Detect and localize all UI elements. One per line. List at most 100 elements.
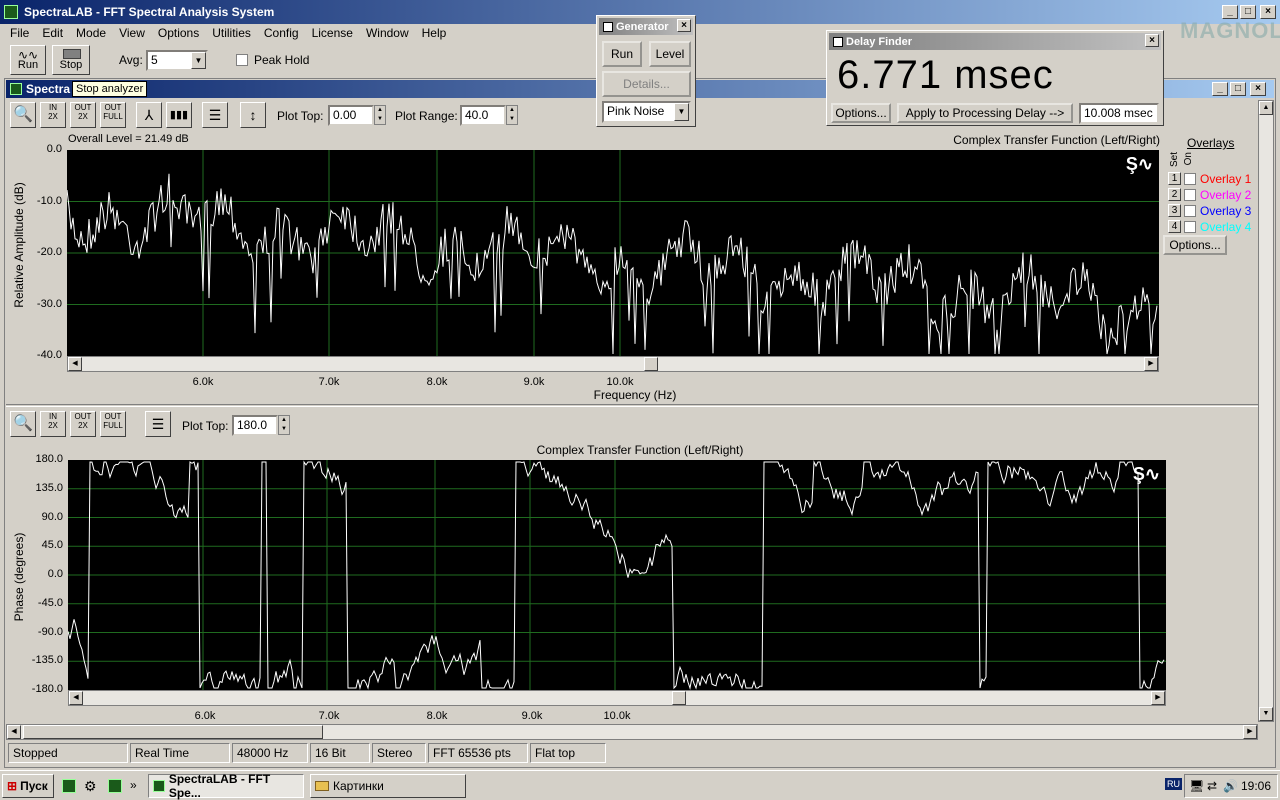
hscroll-right-icon[interactable]: ▶ xyxy=(1243,725,1257,739)
plot1-hscroll[interactable]: ◀ ▶ xyxy=(67,356,1159,372)
avg-label: Avg: xyxy=(119,53,143,67)
plot-top-input[interactable]: 0.00 xyxy=(328,105,374,126)
zoom-icon[interactable]: 🔍 xyxy=(10,102,36,128)
close-button[interactable]: × xyxy=(1260,5,1276,19)
task-spectralab[interactable]: SpectraLAB - FFT Spe... xyxy=(148,772,304,800)
generator-details-button[interactable]: Details... xyxy=(602,71,691,97)
hscroll-left-icon[interactable]: ◀ xyxy=(7,725,21,739)
noise-select[interactable]: Pink Noise ▼ xyxy=(602,101,691,123)
scroll2-thumb[interactable] xyxy=(672,691,686,705)
quicklaunch-spectralab-icon[interactable] xyxy=(62,779,76,793)
menu-help[interactable]: Help xyxy=(422,26,447,40)
plot-range-input[interactable]: 40.0 xyxy=(460,105,506,126)
delay-close-button[interactable]: × xyxy=(1145,34,1159,47)
zoom2-out-full-icon[interactable]: OUT FULL xyxy=(100,411,126,437)
generator-level-button[interactable]: Level xyxy=(649,41,691,67)
network-icon[interactable]: ⇄ xyxy=(1207,779,1217,793)
bar-graph-icon[interactable]: ▮▮▮ xyxy=(166,102,192,128)
phase-plot[interactable]: Ş∿ xyxy=(68,460,1166,690)
task-folder[interactable]: Картинки xyxy=(310,774,466,798)
amplitude-plot[interactable]: Ş∿ xyxy=(67,150,1159,356)
overlay-checkbox[interactable] xyxy=(1184,221,1196,233)
generator-run-button[interactable]: Run xyxy=(602,41,642,67)
scroll-left-icon[interactable]: ◀ xyxy=(68,357,82,371)
folder-icon xyxy=(315,781,329,791)
y-tick-label: -90.0 xyxy=(37,625,63,638)
zoom2-icon[interactable]: 🔍 xyxy=(10,411,36,437)
menu-file[interactable]: File xyxy=(10,26,29,40)
scroll-up-icon[interactable]: ▲ xyxy=(1259,101,1273,115)
fourier2-icon[interactable]: Ş∿ xyxy=(1133,464,1160,485)
scroll-thumb[interactable] xyxy=(644,357,658,371)
overlay-checkbox[interactable] xyxy=(1184,173,1196,185)
noise-chevron-down-icon[interactable]: ▼ xyxy=(674,103,689,121)
checkbox[interactable] xyxy=(236,54,248,66)
quicklaunch-app-icon[interactable] xyxy=(108,779,122,793)
scroll2-left-icon[interactable]: ◀ xyxy=(69,691,83,705)
table-icon[interactable]: ☰ xyxy=(202,102,228,128)
quicklaunch-chevron-icon[interactable]: » xyxy=(130,778,137,792)
splitter[interactable] xyxy=(6,404,1258,407)
y-tick-label: -20.0 xyxy=(36,246,62,258)
zoom2-in-2x-icon[interactable]: IN 2X xyxy=(40,411,66,437)
plot-top-spinner[interactable]: ▲ ▼ xyxy=(374,105,386,125)
peak-hold-checkbox[interactable]: Peak Hold xyxy=(236,53,309,67)
table2-icon[interactable]: ☰ xyxy=(145,411,171,437)
window-vscroll[interactable]: ▲ ▼ xyxy=(1258,100,1274,722)
inner-close-button[interactable]: × xyxy=(1250,82,1266,96)
zoom-out-2x-icon[interactable]: OUT 2X xyxy=(70,102,96,128)
overlay-checkbox[interactable] xyxy=(1184,205,1196,217)
menu-mode[interactable]: Mode xyxy=(76,26,106,40)
menu-window[interactable]: Window xyxy=(366,26,409,40)
plot-range-spinner[interactable]: ▲ ▼ xyxy=(506,105,518,125)
processing-delay-field[interactable]: 10.008 msec xyxy=(1079,103,1159,124)
fourier-icon[interactable]: Ş∿ xyxy=(1126,154,1153,175)
menu-view[interactable]: View xyxy=(119,26,145,40)
status-field: Stopped xyxy=(8,743,128,763)
y-tick-label: 180.0 xyxy=(35,453,63,465)
scroll-down-icon[interactable]: ▼ xyxy=(1259,707,1273,721)
inner-maximize-button[interactable]: □ xyxy=(1230,82,1246,96)
overlay-set-button[interactable]: 4 xyxy=(1168,220,1181,233)
menu-license[interactable]: License xyxy=(312,26,353,40)
scroll2-right-icon[interactable]: ▶ xyxy=(1151,691,1165,705)
generator-close-button[interactable]: × xyxy=(677,19,691,32)
minimize-button[interactable]: _ xyxy=(1222,5,1238,19)
plot2-top-input[interactable]: 180.0 xyxy=(232,415,278,436)
plot2-hscroll[interactable]: ◀ ▶ xyxy=(68,690,1166,706)
volume-icon[interactable]: 🔊 xyxy=(1223,779,1238,793)
maximize-button[interactable]: □ xyxy=(1240,5,1256,19)
language-indicator[interactable]: RU xyxy=(1165,778,1182,790)
inner-minimize-button[interactable]: _ xyxy=(1212,82,1228,96)
chevron-down-icon[interactable]: ▼ xyxy=(191,52,206,69)
overlay-set-button[interactable]: 2 xyxy=(1168,188,1181,201)
delay-options-button[interactable]: Options... xyxy=(831,103,891,123)
hscroll-thumb[interactable] xyxy=(23,725,323,739)
system-tray: 🖥 ⇄ 🔊 19:06 xyxy=(1184,774,1278,798)
menu-edit[interactable]: Edit xyxy=(42,26,63,40)
zoom-out-full-icon[interactable]: OUT FULL xyxy=(100,102,126,128)
menu-utilities[interactable]: Utilities xyxy=(212,26,251,40)
plot2-top-spinner[interactable]: ▲ ▼ xyxy=(278,415,290,435)
scroll-right-icon[interactable]: ▶ xyxy=(1144,357,1158,371)
run-button[interactable]: ∿∿ Run xyxy=(10,45,46,75)
zoom-in-2x-icon[interactable]: IN 2X xyxy=(40,102,66,128)
apply-delay-button[interactable]: Apply to Processing Delay --> xyxy=(897,103,1073,123)
menu-options[interactable]: Options xyxy=(158,26,199,40)
start-button[interactable]: ⊞ Пуск xyxy=(2,774,54,798)
overlay-set-button[interactable]: 1 xyxy=(1168,172,1181,185)
peak-marker-icon[interactable]: ⅄ xyxy=(136,102,162,128)
stop-button[interactable]: Stop xyxy=(52,45,90,75)
quicklaunch-settings-icon[interactable]: ⚙ xyxy=(84,778,97,795)
menu-config[interactable]: Config xyxy=(264,26,299,40)
scale-icon[interactable]: ↕ xyxy=(240,102,266,128)
y-tick-label: -40.0 xyxy=(36,349,62,361)
overlay-set-button[interactable]: 3 xyxy=(1168,204,1181,217)
delay-title-bar: Delay Finder × xyxy=(829,33,1161,50)
window-hscroll[interactable]: ◀ ▶ xyxy=(6,724,1258,740)
monitor-icon[interactable]: 🖥 xyxy=(1189,779,1204,793)
overlay-options-button[interactable]: Options... xyxy=(1163,235,1227,255)
overlay-checkbox[interactable] xyxy=(1184,189,1196,201)
zoom2-out-2x-icon[interactable]: OUT 2X xyxy=(70,411,96,437)
avg-select[interactable]: 5 ▼ xyxy=(146,50,208,71)
